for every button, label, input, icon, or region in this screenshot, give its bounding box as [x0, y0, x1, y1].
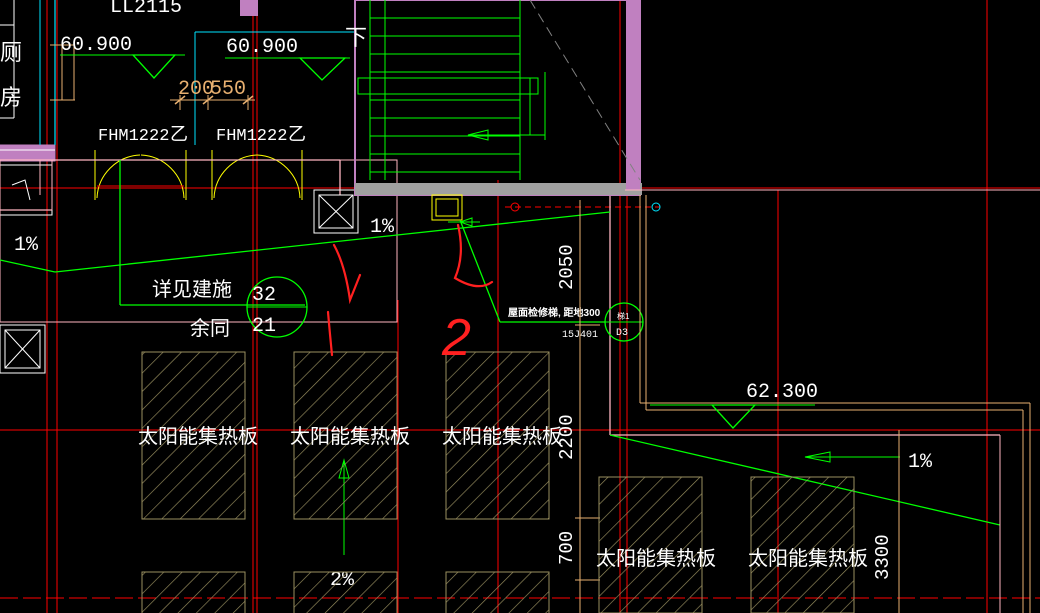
same-rest-label: 余同 — [190, 317, 230, 340]
see-arch-label: 详见建施 — [152, 278, 232, 301]
dim-3300: 3300 — [872, 534, 894, 580]
solar-panel-label: 太阳能集热板 — [290, 425, 410, 448]
elevation-label-left: 60.900 — [60, 34, 132, 57]
handwritten-2: 2 — [441, 309, 471, 367]
door-swing-icon — [94, 150, 187, 200]
stair-down-label: 下 — [345, 25, 367, 50]
solar-panel — [293, 571, 398, 613]
solar-panel — [598, 476, 703, 613]
solar-panel-label: 太阳能集热板 — [138, 425, 258, 448]
door-2-grade: 乙 — [288, 124, 306, 144]
solar-panel-label: 太阳能集热板 — [748, 547, 868, 570]
svg-text:厕: 厕 — [0, 40, 22, 65]
elevation-marker-icon — [225, 57, 350, 81]
roof-plan-drawing: 厕 房 LL2115 60.900 60.900 200 550 FHM1222… — [0, 0, 1040, 613]
detail-top: 梯1 — [617, 311, 630, 321]
solar-panel-label: 太阳能集热板 — [596, 547, 716, 570]
solar-panel — [445, 571, 550, 613]
door-1-label: FHM1222 — [98, 127, 169, 146]
detail-bottom: D3 — [616, 328, 628, 339]
door-1-grade: 乙 — [170, 124, 188, 144]
slope-top-left: 1% — [14, 234, 39, 257]
ladder-symbol — [431, 194, 463, 221]
stair-block — [354, 0, 642, 196]
dim-2050: 2050 — [556, 244, 578, 290]
partial-top-label: LL2115 — [110, 0, 182, 19]
slope-arrow-icon — [448, 217, 480, 227]
slope-arrow-icon — [804, 451, 900, 463]
solar-panel — [750, 476, 855, 613]
cad-drawing-canvas: 厕 房 LL2115 60.900 60.900 200 550 FHM1222… — [0, 0, 1040, 613]
dim-550-label: 550 — [210, 78, 246, 101]
ref-bottom: 21 — [252, 315, 276, 338]
elevation-label-right: 62.300 — [746, 381, 818, 404]
elevation-marker-icon — [650, 404, 815, 429]
ref-top: 32 — [252, 284, 276, 307]
elevation-marker-icon — [60, 54, 185, 79]
dim-700: 700 — [556, 531, 578, 565]
roof-hatch-icon — [0, 324, 46, 374]
slope-right: 1% — [908, 451, 933, 474]
door-2-label: FHM1222 — [216, 127, 287, 146]
slope-mid: 1% — [370, 216, 395, 239]
elevation-label-mid: 60.900 — [226, 36, 298, 59]
ladder-note: 屋面检修梯, 距地300 — [508, 306, 601, 319]
dim-200-label: 200 — [178, 78, 214, 101]
solar-panel — [141, 571, 246, 613]
solar-panel-label: 太阳能集热板 — [442, 425, 562, 448]
svg-text:房: 房 — [0, 85, 22, 110]
roof-hatch-icon — [313, 189, 359, 234]
